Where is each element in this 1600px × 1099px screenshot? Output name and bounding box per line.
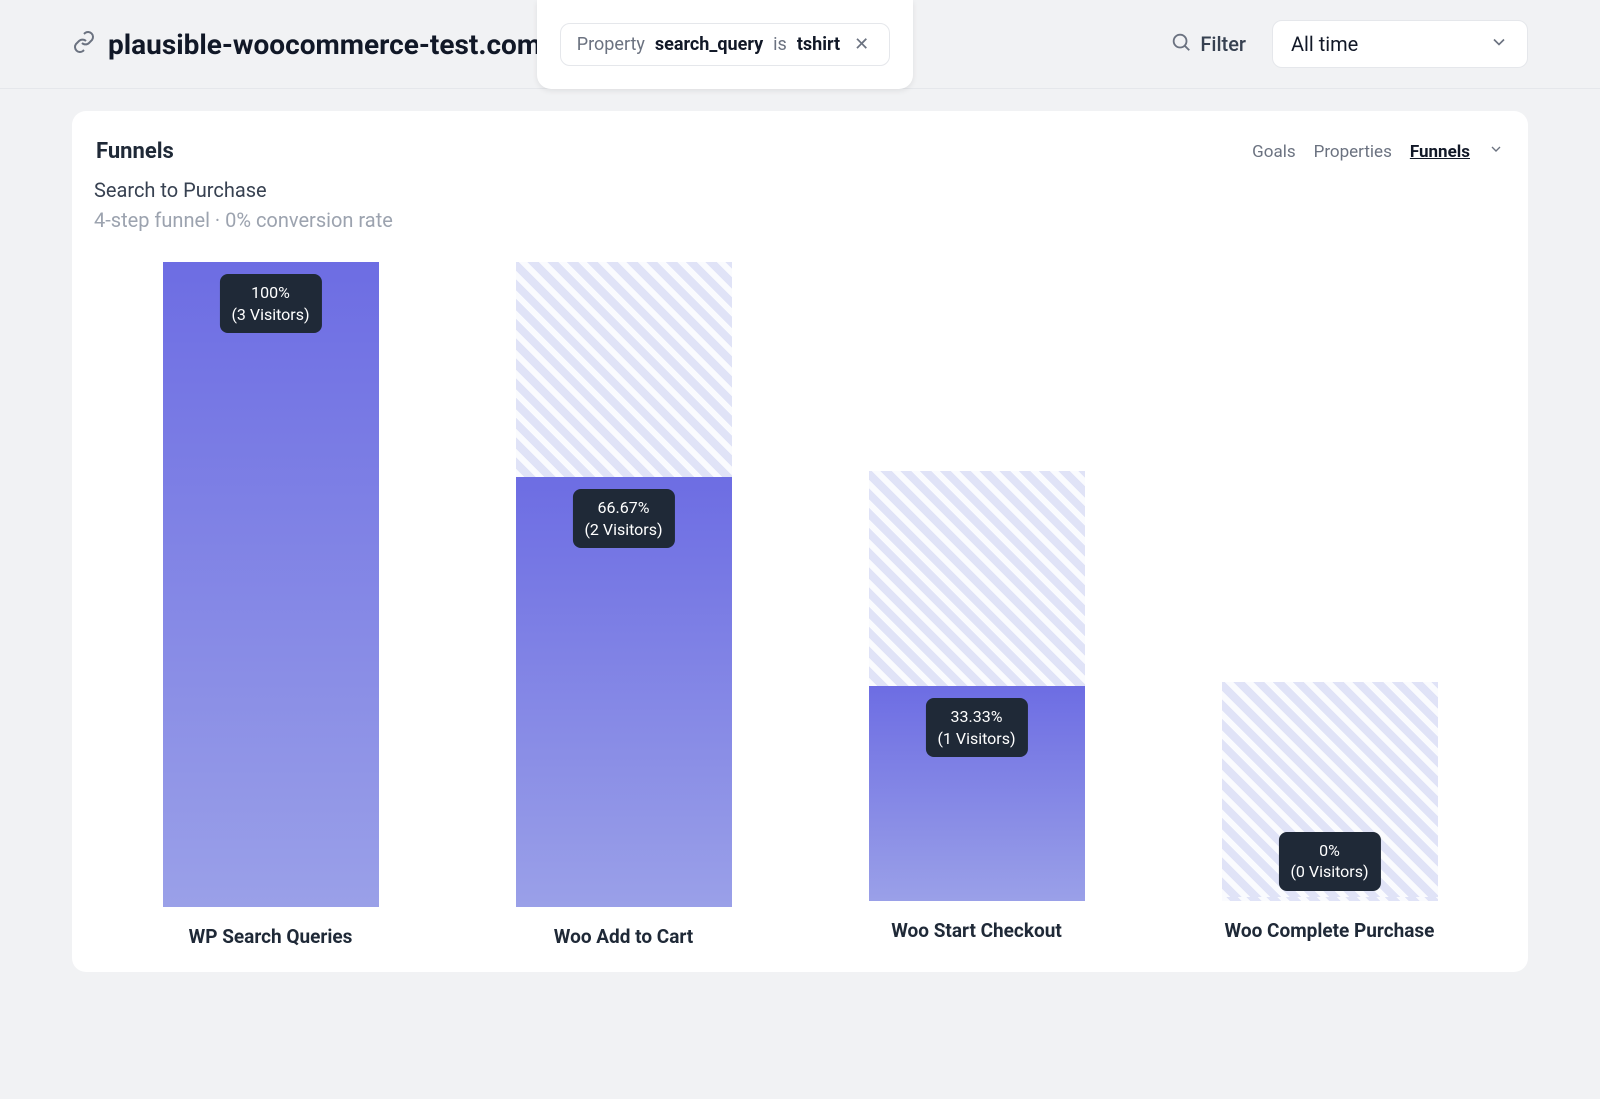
filter-prefix: Property: [577, 34, 645, 55]
bar-area: 100%(3 Visitors): [163, 262, 379, 907]
tooltip-percent: 33.33%: [937, 706, 1015, 728]
funnel-chart: 100%(3 Visitors)WP Search Queries66.67%(…: [94, 262, 1506, 942]
bar-tooltip: 66.67%(2 Visitors): [572, 489, 674, 548]
tooltip-visitors: (3 Visitors): [231, 304, 309, 326]
bar-tooltip: 100%(3 Visitors): [219, 274, 321, 333]
bar-dropoff: [869, 471, 1085, 686]
bar-fill: 33.33%(1 Visitors): [869, 686, 1085, 901]
date-range-label: All time: [1291, 32, 1358, 56]
tooltip-percent: 66.67%: [584, 497, 662, 519]
funnel-step: 0%(0 Visitors) Woo Complete Purchase: [1153, 262, 1506, 942]
filter-op: is: [773, 34, 787, 55]
panel-title: Funnels: [96, 139, 174, 164]
bar-fill: 66.67%(2 Visitors): [516, 477, 732, 907]
filter-button[interactable]: Filter: [1170, 31, 1246, 58]
tab-properties[interactable]: Properties: [1314, 142, 1392, 162]
funnel-step: 66.67%(2 Visitors)Woo Add to Cart: [447, 262, 800, 942]
bar-dropoff: [516, 262, 732, 477]
search-icon: [1170, 31, 1192, 58]
bar-tooltip: 0%(0 Visitors): [1278, 832, 1380, 891]
funnel-step: 33.33%(1 Visitors) Woo Start Checkout: [800, 262, 1153, 942]
filter-label: Filter: [1200, 32, 1246, 56]
site-selector[interactable]: plausible-woocommerce-test.com: [72, 28, 573, 61]
chevron-down-icon: [1489, 32, 1509, 57]
chevron-down-icon[interactable]: [1488, 141, 1504, 162]
step-label: Woo Add to Cart: [554, 925, 693, 948]
bar-fill: [1222, 897, 1438, 901]
active-filter-card: Property search_query is tshirt ✕: [537, 0, 913, 89]
site-name: plausible-woocommerce-test.com: [108, 28, 541, 61]
tooltip-percent: 100%: [231, 282, 309, 304]
filter-pill[interactable]: Property search_query is tshirt ✕: [560, 23, 891, 66]
funnel-name: Search to Purchase: [94, 178, 1506, 202]
bar-area: 0%(0 Visitors): [1222, 262, 1438, 901]
tooltip-percent: 0%: [1290, 840, 1368, 862]
funnels-panel: Funnels Goals Properties Funnels Search …: [72, 111, 1528, 972]
topbar-right: Filter All time: [1170, 20, 1528, 68]
step-label: Woo Start Checkout: [891, 919, 1062, 942]
panel-header: Funnels Goals Properties Funnels: [94, 139, 1506, 164]
filter-value: tshirt: [797, 34, 840, 55]
tooltip-visitors: (1 Visitors): [937, 728, 1015, 750]
date-range-select[interactable]: All time: [1272, 20, 1528, 68]
panel-tabs: Goals Properties Funnels: [1252, 141, 1504, 162]
step-label: WP Search Queries: [189, 925, 353, 948]
step-label: Woo Complete Purchase: [1225, 919, 1435, 942]
bar-fill: 100%(3 Visitors): [163, 262, 379, 907]
link-icon: [72, 30, 96, 58]
bar-area: 33.33%(1 Visitors): [869, 262, 1085, 901]
tooltip-visitors: (2 Visitors): [584, 519, 662, 541]
bar-area: 66.67%(2 Visitors): [516, 262, 732, 907]
tab-goals[interactable]: Goals: [1252, 142, 1295, 162]
funnel-step: 100%(3 Visitors)WP Search Queries: [94, 262, 447, 942]
filter-key: search_query: [655, 34, 763, 55]
tooltip-visitors: (0 Visitors): [1290, 861, 1368, 883]
tab-funnels[interactable]: Funnels: [1410, 142, 1470, 162]
funnel-subtitle: 4-step funnel · 0% conversion rate: [94, 208, 1506, 232]
topbar: plausible-woocommerce-test.com Property …: [0, 0, 1600, 89]
bar-tooltip: 33.33%(1 Visitors): [925, 698, 1027, 757]
close-icon[interactable]: ✕: [850, 34, 873, 55]
